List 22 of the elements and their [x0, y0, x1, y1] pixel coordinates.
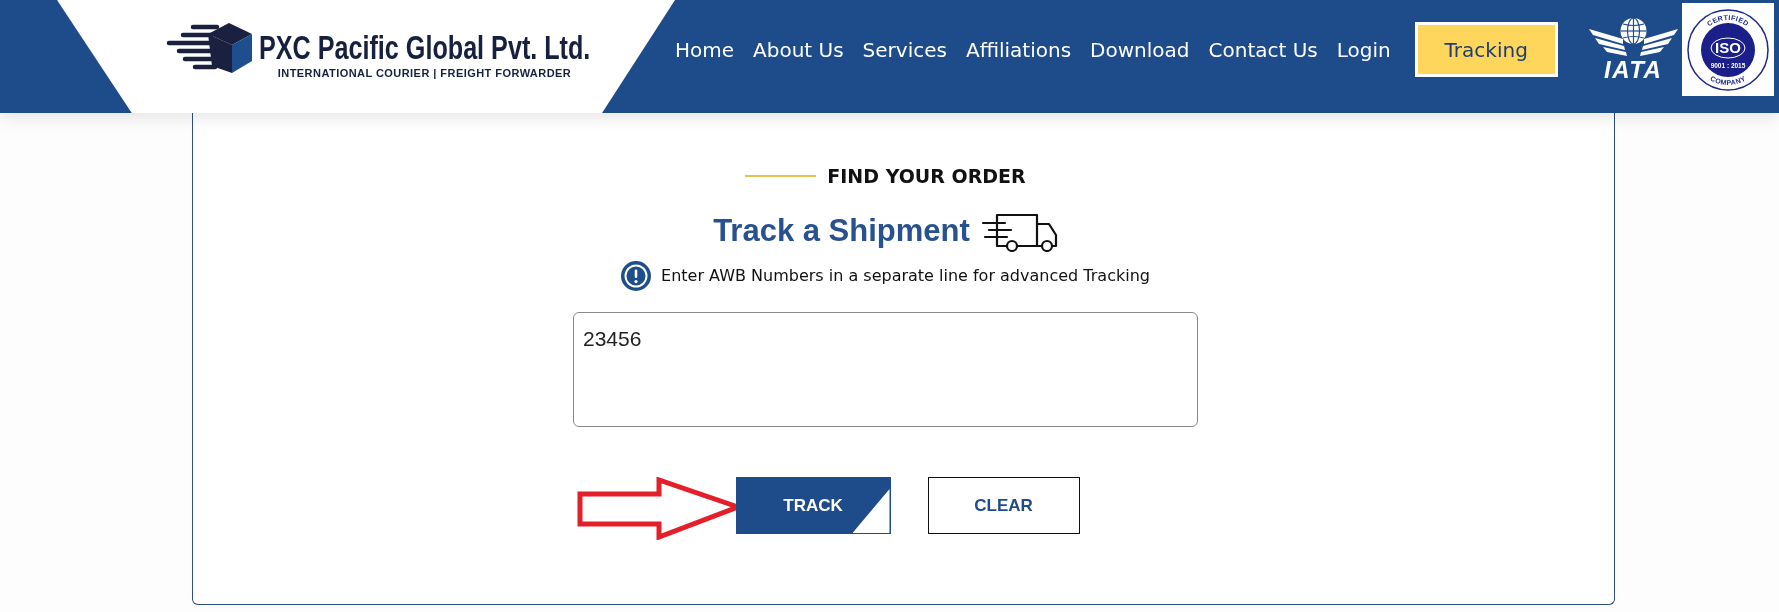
nav-link[interactable]: Download	[1090, 35, 1190, 64]
clear-button[interactable]: CLEAR	[927, 477, 1080, 534]
section-title: Track a Shipment	[713, 212, 970, 250]
hint-text: Enter AWB Numbers in a separate line for advanced Tracking	[661, 265, 1150, 287]
nav-link[interactable]: Home	[675, 35, 735, 64]
cube-icon	[165, 22, 255, 74]
tracking-button[interactable]: Tracking	[1414, 22, 1558, 77]
nav-link[interactable]: About Us	[753, 35, 844, 64]
company-tagline: INTERNATIONAL COURIER | FREIGHT FORWARDER	[277, 67, 572, 79]
info-icon	[621, 261, 652, 291]
badge-title: ISO	[1714, 38, 1741, 56]
nav-link[interactable]: Contact Us	[1208, 35, 1318, 64]
nav-link[interactable]: Login	[1336, 35, 1391, 64]
accent-line	[745, 175, 817, 177]
section-eyebrow: FIND YOUR ORDER	[827, 164, 1026, 189]
nav-link[interactable]: Affiliations	[965, 35, 1072, 64]
globe-wings-icon	[1586, 16, 1680, 57]
emblem-label: IATA	[1604, 56, 1663, 83]
nav-link[interactable]: Services	[862, 35, 947, 64]
awb-numbers-field[interactable]: 23456	[573, 312, 1198, 427]
track-button[interactable]: TRACK	[735, 477, 891, 534]
company-name: PXC Pacific Global Pvt. Ltd.	[259, 30, 591, 64]
